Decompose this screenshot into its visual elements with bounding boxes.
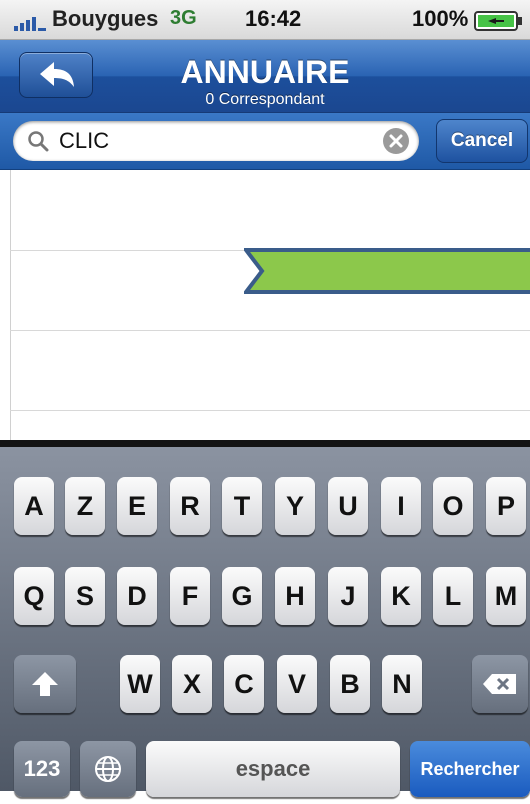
- key-p[interactable]: P: [486, 477, 526, 535]
- keyboard: A Z E R T Y U I O P Q S D F G H J K L M …: [0, 440, 530, 797]
- key-l[interactable]: L: [433, 567, 473, 625]
- key-h[interactable]: H: [275, 567, 315, 625]
- key-d[interactable]: D: [117, 567, 157, 625]
- list-edge: [10, 170, 11, 440]
- key-f[interactable]: F: [170, 567, 210, 625]
- clear-icon[interactable]: [383, 128, 409, 154]
- key-j[interactable]: J: [328, 567, 368, 625]
- key-c[interactable]: C: [224, 655, 264, 713]
- key-g[interactable]: G: [222, 567, 262, 625]
- cancel-button[interactable]: Cancel: [436, 119, 528, 163]
- search-icon: [28, 131, 49, 152]
- search-return-key[interactable]: Rechercher: [410, 741, 530, 797]
- search-bar: Cancel: [0, 113, 530, 170]
- network-type: 3G: [170, 7, 197, 29]
- page-title: ANNUAIRE: [180, 54, 350, 90]
- key-i[interactable]: I: [381, 477, 421, 535]
- key-t[interactable]: T: [222, 477, 262, 535]
- key-n[interactable]: N: [382, 655, 422, 713]
- arrow-banner-icon: [244, 248, 530, 294]
- result-count: 0 Correspondant: [205, 91, 325, 108]
- key-z[interactable]: Z: [65, 477, 105, 535]
- key-e[interactable]: E: [117, 477, 157, 535]
- key-s[interactable]: S: [65, 567, 105, 625]
- row-separator: [10, 330, 530, 331]
- key-k[interactable]: K: [381, 567, 421, 625]
- key-q[interactable]: Q: [14, 567, 54, 625]
- row-separator: [10, 410, 530, 411]
- carrier-name: Bouygues: [52, 6, 159, 31]
- battery-charging-icon: [474, 11, 522, 31]
- space-key[interactable]: espace: [146, 741, 400, 797]
- key-u[interactable]: U: [328, 477, 368, 535]
- search-field[interactable]: [13, 121, 419, 161]
- key-w[interactable]: W: [120, 655, 160, 713]
- numbers-key[interactable]: 123: [14, 741, 70, 797]
- key-y[interactable]: Y: [275, 477, 315, 535]
- key-o[interactable]: O: [433, 477, 473, 535]
- shift-key[interactable]: [14, 655, 76, 713]
- key-b[interactable]: B: [330, 655, 370, 713]
- key-r[interactable]: R: [170, 477, 210, 535]
- clock: 16:42: [245, 6, 302, 31]
- key-a[interactable]: A: [14, 477, 54, 535]
- delete-icon: [483, 674, 516, 694]
- key-x[interactable]: X: [172, 655, 212, 713]
- delete-key[interactable]: [472, 655, 528, 713]
- shift-icon: [32, 672, 58, 696]
- key-m[interactable]: M: [486, 567, 526, 625]
- search-input[interactable]: [59, 126, 379, 156]
- battery-percent: 100%: [412, 6, 469, 31]
- globe-key[interactable]: [80, 741, 136, 797]
- globe-icon: [95, 756, 121, 782]
- nav-bar: ANNUAIRE 0 Correspondant: [0, 40, 530, 113]
- results-list: [0, 170, 530, 440]
- status-bar: Bouygues 3G 16:42 100%: [0, 0, 530, 40]
- signal-strength-icon: [14, 17, 46, 31]
- key-v[interactable]: V: [277, 655, 317, 713]
